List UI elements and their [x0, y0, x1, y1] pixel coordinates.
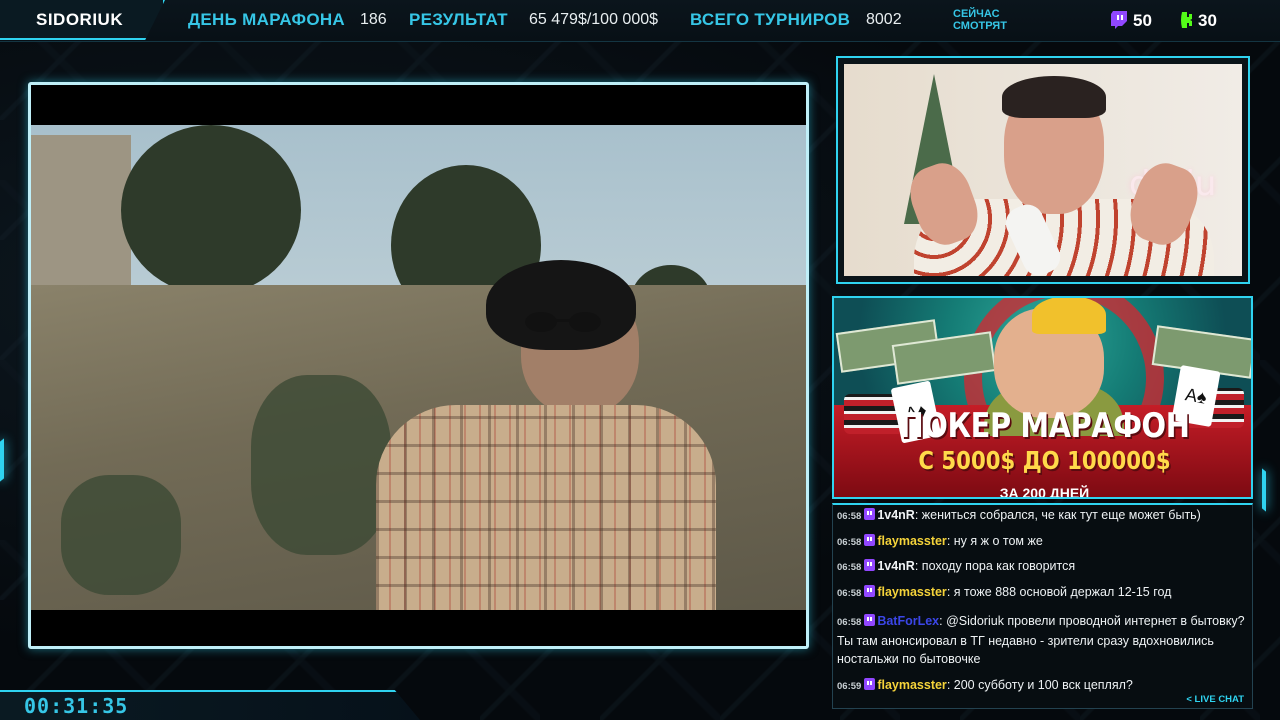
live-label: LIVE	[1194, 694, 1216, 705]
twitch-badge-icon	[864, 534, 876, 546]
live-chat-prefix: <	[1186, 694, 1195, 705]
live-chat-label: < LIVE CHAT	[1186, 694, 1244, 705]
poker-marathon-banner: A♦ A♠ ПОКЕР МАРАФОН С 5000$ ДО 100000$ З…	[832, 296, 1253, 499]
video-bush	[251, 375, 391, 555]
marathon-day-label: ДЕНЬ МАРАФОНА	[188, 10, 345, 29]
twitch-badge-icon	[864, 559, 876, 571]
video-content	[31, 125, 806, 610]
chat-timestamp: 06:58	[837, 588, 862, 599]
twitch-badge-icon	[864, 508, 876, 520]
chat-timestamp: 06:58	[837, 617, 862, 628]
total-tournaments-value: 8002	[866, 11, 902, 28]
chat-timestamp: 06:58	[837, 511, 862, 522]
watching-now-label: СЕЙЧАС СМОТРЯТ	[953, 8, 1007, 32]
kick-icon	[1181, 12, 1192, 28]
chat-text: 200 субботу и 100 вск цеплял?	[953, 678, 1133, 692]
chat-username[interactable]: flaymasster	[877, 585, 947, 599]
chat-text: я тоже 888 основой держал 12-15 год	[953, 585, 1172, 599]
kick-viewer-count: 30	[1198, 11, 1217, 30]
banner-title: ПОКЕР МАРАФОН	[899, 406, 1190, 446]
chat-timestamp: 06:58	[837, 537, 862, 548]
twitch-badge-icon	[864, 678, 876, 690]
chat-text: ну я ж о том же	[953, 534, 1043, 548]
chat-username[interactable]: 1v4nR	[877, 559, 915, 573]
chat-message: 06:58 1v4nR: походу пора как говорится	[837, 559, 1076, 573]
chat-text: походу пора как говорится	[921, 559, 1076, 573]
result-label: РЕЗУЛЬТАТ	[409, 10, 508, 29]
main-video-player[interactable]	[28, 82, 809, 649]
chat-text: жениться собрался, че как тут еще может …	[921, 508, 1201, 522]
chat-username[interactable]: flaymasster	[877, 534, 947, 548]
total-tournaments-label: ВСЕГО ТУРНИРОВ	[690, 10, 851, 29]
right-edge-accent	[1262, 468, 1266, 512]
chat-label: CHAT	[1218, 694, 1244, 705]
twitch-badge-icon	[864, 585, 876, 597]
live-chat-panel[interactable]: 06:58 1v4nR: жениться собрался, че как ту…	[832, 503, 1253, 709]
webcam-feed: doriu	[844, 64, 1242, 276]
stream-timer: 00:31:35	[24, 694, 129, 718]
twitch-badge-icon	[864, 614, 876, 626]
banner-person-cap	[1032, 298, 1106, 334]
chat-message: 06:58 flaymasster: ну я ж о том же	[837, 534, 1043, 548]
video-bush	[61, 475, 181, 595]
chat-timestamp: 06:58	[837, 562, 862, 573]
chat-timestamp: 06:59	[837, 681, 862, 692]
sunglasses-icon	[525, 312, 601, 332]
twitch-viewer-count: 50	[1133, 11, 1152, 30]
banner-subtitle: С 5000$ ДО 100000$	[918, 446, 1171, 475]
chat-username[interactable]: BatForLex	[877, 614, 939, 628]
marathon-day-value: 186	[360, 11, 387, 28]
chat-message: 06:58 1v4nR: жениться собрался, че как ту…	[837, 508, 1201, 522]
result-value: 65 479$/100 000$	[529, 11, 659, 28]
webcam-frame: doriu	[836, 56, 1250, 284]
streamer-hair	[1002, 76, 1106, 118]
twitch-icon	[1111, 11, 1127, 29]
video-person-hat	[486, 260, 636, 350]
chat-username[interactable]: flaymasster	[877, 678, 947, 692]
video-person-shirt	[376, 405, 716, 610]
chat-message: 06:58 flaymasster: я тоже 888 основой дер…	[837, 585, 1172, 599]
chat-username[interactable]: 1v4nR	[877, 508, 915, 522]
left-edge-accent	[0, 438, 4, 482]
video-building	[31, 135, 131, 285]
chat-message: 06:59 flaymasster: 200 субботу и 100 вск …	[837, 678, 1133, 692]
video-tree	[121, 125, 301, 295]
top-bar: SIDORIUK ДЕНЬ МАРАФОНА 186 РЕЗУЛЬТАТ 65 …	[0, 0, 1280, 42]
banner-subtitle-cut: ЗА 200 ДНЕЙ	[999, 485, 1090, 499]
chat-message: 06:58 BatForLex: @Sidoriuk провели провод…	[837, 614, 1245, 666]
brand-name: SIDORIUK	[36, 10, 124, 29]
